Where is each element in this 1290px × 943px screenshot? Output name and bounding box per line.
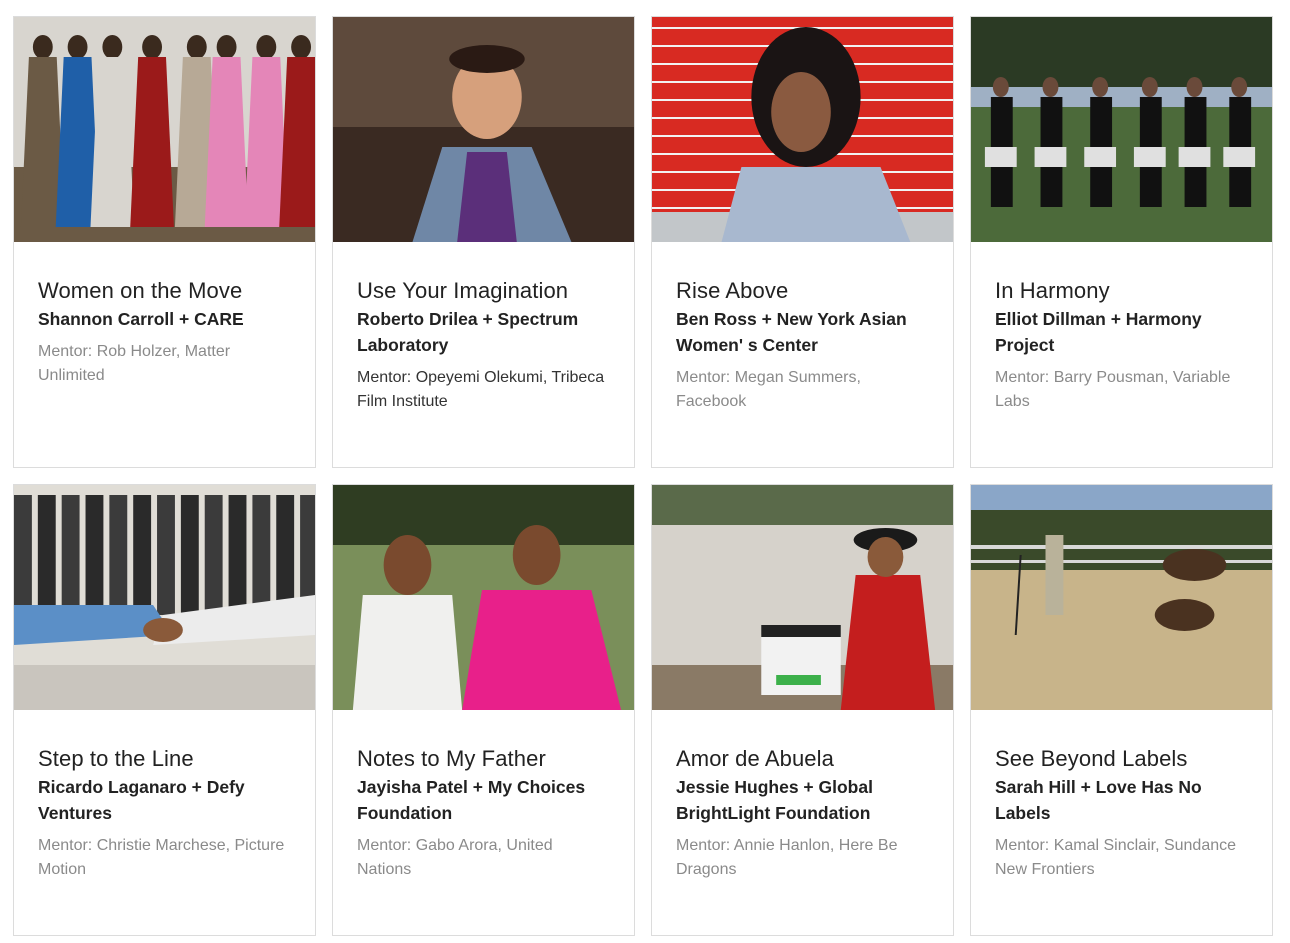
project-title[interactable]: See Beyond Labels (995, 744, 1248, 774)
project-photo[interactable] (333, 485, 634, 710)
project-subtitle: Shannon Carroll + CARE (38, 309, 244, 329)
project-mentor: Mentor: Annie Hanlon, Here Be Dragons (676, 837, 898, 878)
project-title[interactable]: Women on the Move (38, 276, 291, 306)
project-card[interactable]: Notes to My Father Jayisha Patel + My Ch… (332, 484, 635, 936)
project-mentor: Mentor: Gabo Arora, United Nations (357, 837, 553, 878)
project-subtitle: Jessie Hughes + Global BrightLight Found… (676, 777, 873, 823)
project-photo[interactable] (971, 485, 1272, 710)
project-photo-art (652, 17, 953, 242)
project-card[interactable]: Use Your Imagination Roberto Drilea + Sp… (332, 16, 635, 468)
project-subtitle: Ricardo Laganaro + Defy Ventures (38, 777, 245, 823)
project-grid: Women on the Move Shannon Carroll + CARE… (13, 16, 1273, 936)
project-photo[interactable] (14, 17, 315, 242)
project-card[interactable]: Step to the Line Ricardo Laganaro + Defy… (13, 484, 316, 936)
project-mentor: Mentor: Kamal Sinclair, Sundance New Fro… (995, 837, 1237, 878)
project-photo-art (971, 17, 1272, 242)
project-photo-art (333, 17, 634, 242)
project-photo[interactable] (652, 17, 953, 242)
project-title[interactable]: Rise Above (676, 276, 929, 306)
project-title[interactable]: Notes to My Father (357, 744, 610, 774)
project-mentor: Mentor: Rob Holzer, Matter Unlimited (38, 343, 231, 384)
project-title[interactable]: Use Your Imagination (357, 276, 610, 306)
project-title[interactable]: In Harmony (995, 276, 1248, 306)
project-photo-art (14, 485, 315, 710)
project-card[interactable]: See Beyond Labels Sarah Hill + Love Has … (970, 484, 1273, 936)
project-mentor: Mentor: Christie Marchese, Picture Motio… (38, 837, 285, 878)
project-photo-art (971, 485, 1272, 710)
project-photo-art (652, 485, 953, 710)
project-title[interactable]: Amor de Abuela (676, 744, 929, 774)
project-subtitle: Jayisha Patel + My Choices Foundation (357, 777, 586, 823)
project-card[interactable]: Amor de Abuela Jessie Hughes + Global Br… (651, 484, 954, 936)
project-mentor: Mentor: Opeyemi Olekumi, Tribeca Film In… (357, 369, 605, 410)
project-card[interactable]: Rise Above Ben Ross + New York Asian Wom… (651, 16, 954, 468)
project-photo[interactable] (971, 17, 1272, 242)
project-card[interactable]: Women on the Move Shannon Carroll + CARE… (13, 16, 316, 468)
project-card[interactable]: In Harmony Elliot Dillman + Harmony Proj… (970, 16, 1273, 468)
project-photo-art (333, 485, 634, 710)
project-mentor: Mentor: Megan Summers, Facebook (676, 369, 861, 410)
project-photo-art (14, 17, 315, 242)
project-mentor: Mentor: Barry Pousman, Variable Labs (995, 369, 1231, 410)
project-subtitle: Sarah Hill + Love Has No Labels (995, 777, 1202, 823)
project-subtitle: Elliot Dillman + Harmony Project (995, 309, 1202, 355)
project-subtitle: Ben Ross + New York Asian Women' s Cente… (676, 309, 907, 355)
project-photo[interactable] (333, 17, 634, 242)
project-photo[interactable] (652, 485, 953, 710)
project-subtitle: Roberto Drilea + Spectrum Laboratory (357, 309, 579, 355)
project-title[interactable]: Step to the Line (38, 744, 291, 774)
project-photo[interactable] (14, 485, 315, 710)
